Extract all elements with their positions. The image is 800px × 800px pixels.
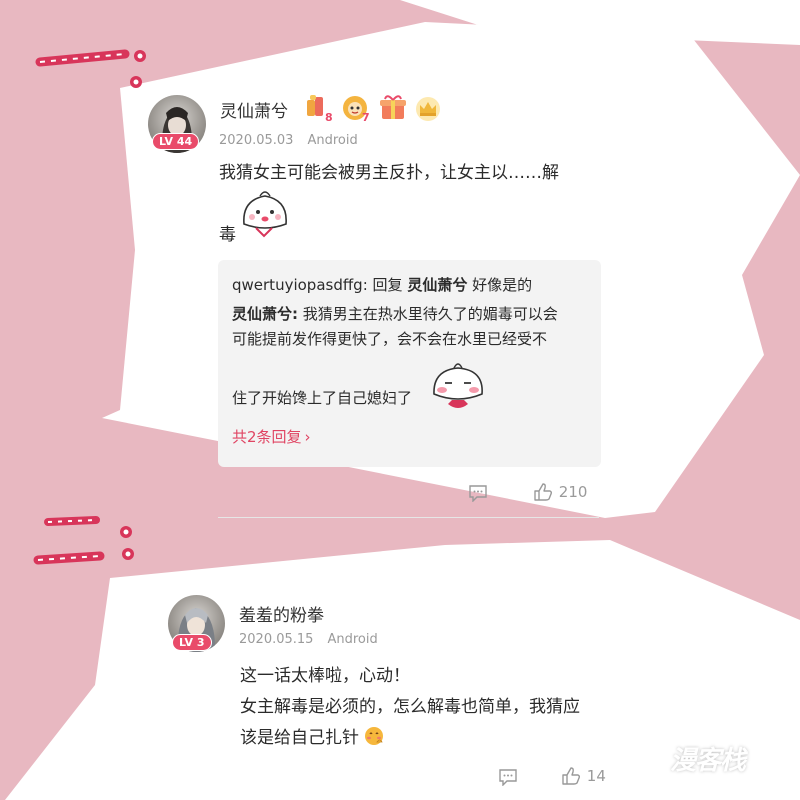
comment-text-line: 我猜女主可能会被男主反扑，让女主以……解 <box>219 163 559 183</box>
bun-blush-emoji-icon <box>433 363 483 408</box>
quote-line-3: 住了开始馋上了自己媳妇了 <box>232 389 413 407</box>
section-number-one <box>35 49 146 88</box>
like-count: 210 <box>558 483 588 501</box>
comment-text-line: 这一话太棒啦，心动！ <box>240 666 410 686</box>
comment-body: 这一话太棒啦，心动！ 女主解毒是必须的，怎么解毒也简单，我猜应 该是给自己扎针 <box>240 661 660 754</box>
reply-button[interactable] <box>498 768 518 786</box>
level-badge: LV 44 <box>152 133 200 150</box>
comment-text-segment: 该是给自己扎针 <box>240 728 359 748</box>
comment-date: 2020.05.03 <box>219 133 294 148</box>
chevron-right-icon: › <box>304 428 311 446</box>
watermark-logo: 漫客栈 <box>670 746 746 776</box>
comment-text-line: 该是给自己扎针 <box>240 723 660 754</box>
section-number-two <box>33 516 134 565</box>
blush-face-emoji-icon <box>365 727 384 745</box>
like-button[interactable]: 210 <box>533 482 588 502</box>
gift-badge-icon <box>380 95 406 119</box>
comment-text-line-2: 毒 <box>219 225 236 245</box>
monkey-badge-count: 7 <box>362 111 370 124</box>
thumbs-up-icon <box>562 767 580 785</box>
thumbs-up-icon <box>534 483 552 501</box>
reply-text: 好像是的 <box>472 276 533 294</box>
like-count: 14 <box>586 767 606 785</box>
comment-body: 我猜女主可能会被男主反扑，让女主以……解 <box>219 158 619 189</box>
comment-platform: Android <box>307 133 358 148</box>
reply-user[interactable]: qwertuyiopasdffg: <box>232 276 368 294</box>
quote-text-1: 我猜男主在热水里待久了的媚毒可以会 <box>302 305 558 323</box>
comment-actions: 210 <box>468 482 587 506</box>
bun-emoji-icon <box>243 191 287 238</box>
comment-actions: 14 <box>498 766 606 790</box>
comment-icon <box>469 485 487 502</box>
like-button[interactable]: 14 <box>561 766 606 786</box>
level-badge: LV 3 <box>172 634 212 651</box>
comment-text-line: 女主解毒是必须的，怎么解毒也简单，我猜应 <box>240 697 580 717</box>
crown-badge-icon <box>416 97 440 121</box>
more-replies-link[interactable]: 共2条回复 › <box>232 426 311 447</box>
comment-icon <box>499 769 517 786</box>
comment-platform: Android <box>327 632 378 647</box>
reply-button[interactable] <box>468 484 488 502</box>
more-replies-label: 共2条回复 <box>232 428 302 446</box>
comment-date: 2020.05.15 <box>239 632 314 647</box>
comment-meta: 2020.05.03 Android <box>219 133 372 148</box>
quote-line-2: 可能提前发作得更快了，会不会在水里已经受不 <box>232 330 548 348</box>
quote-user[interactable]: 灵仙萧兮: <box>232 305 298 323</box>
reply-target[interactable]: 灵仙萧兮 <box>407 276 467 294</box>
quote-line-1: 灵仙萧兮: 我猜男主在热水里待久了的媚毒可以会 <box>232 303 558 325</box>
reply-word: 回复 <box>372 276 403 294</box>
reply-box[interactable]: qwertuyiopasdffg: 回复 灵仙萧兮 好像是的 灵仙萧兮: 我猜男… <box>218 260 601 467</box>
fan-badge-count: 8 <box>325 111 333 124</box>
username[interactable]: 羞羞的粉拳 <box>239 601 324 626</box>
reply-header: qwertuyiopasdffg: 回复 灵仙萧兮 好像是的 <box>232 274 532 296</box>
comment-meta: 2020.05.15 Android <box>239 632 392 647</box>
username[interactable]: 灵仙萧兮 <box>220 97 288 122</box>
divider <box>218 517 599 518</box>
